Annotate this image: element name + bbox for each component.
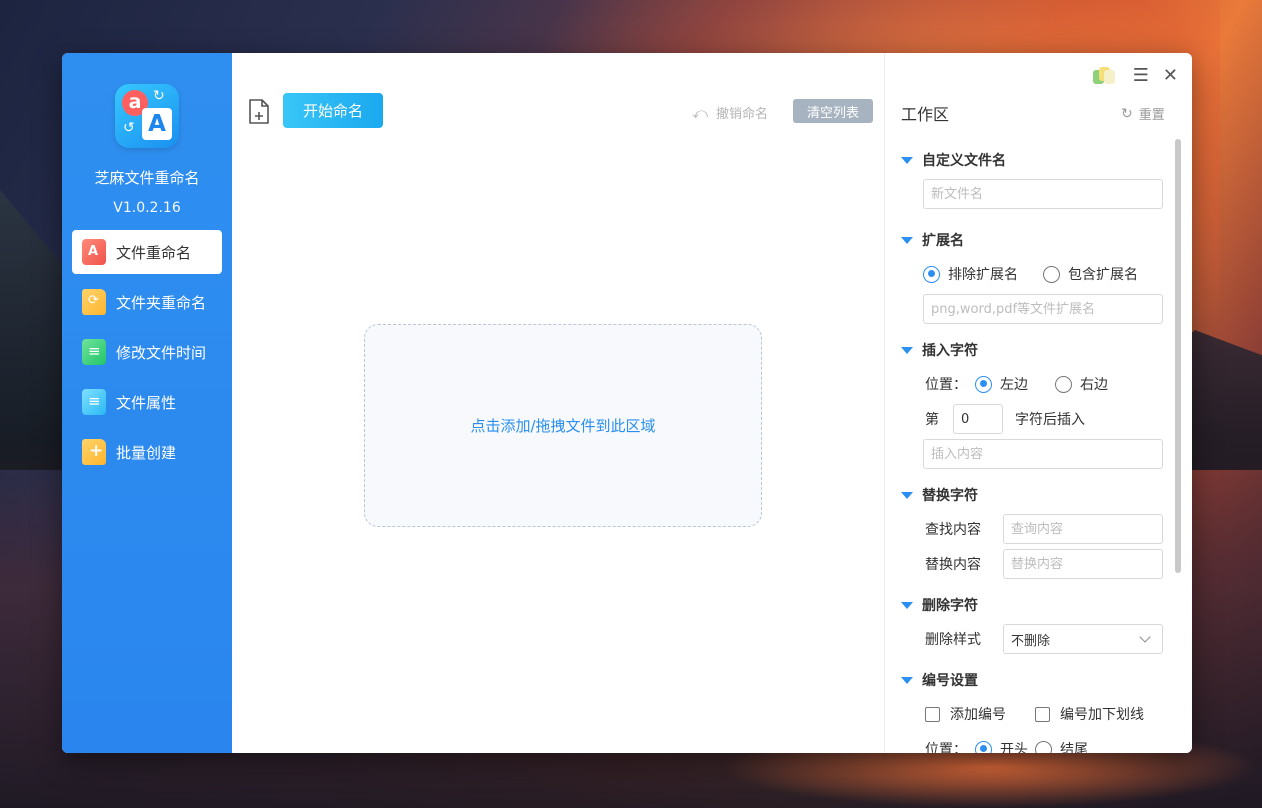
add-file-icon[interactable] — [248, 99, 270, 125]
collapse-triangle-icon — [901, 236, 913, 244]
app-logo-icon: a A ↻ ↺ — [115, 84, 179, 148]
wallpaper-mountain-left — [0, 190, 70, 470]
refresh-icon: ↻ — [1121, 105, 1133, 122]
number-start-radio[interactable]: 开头 — [975, 739, 1028, 753]
rename-file-icon — [82, 239, 106, 265]
file-attributes-icon — [82, 389, 106, 415]
window-controls: ☰ ✕ — [1092, 65, 1178, 86]
reset-label: 重置 — [1138, 108, 1165, 123]
menu-icon[interactable]: ☰ — [1133, 65, 1149, 86]
find-label: 查找内容 — [925, 522, 981, 538]
logo-arrow-icon: ↺ — [123, 120, 135, 136]
logo-letter-A: A — [142, 108, 172, 140]
reset-button[interactable]: ↻ 重置 — [1121, 104, 1165, 124]
folder-rename-icon — [82, 289, 106, 315]
sidebar-item-file-attributes[interactable]: 文件属性 — [72, 380, 222, 424]
panel-scrollbar[interactable] — [1175, 139, 1181, 573]
insert-position-label: 位置： — [925, 377, 967, 393]
section-delete[interactable]: 删除字符 — [901, 595, 978, 615]
number-underscore-checkbox[interactable]: 编号加下划线 — [1035, 704, 1144, 724]
delete-style-label: 删除样式 — [925, 632, 981, 648]
insert-content-input[interactable] — [923, 439, 1163, 469]
sidebar-item-rename-folder[interactable]: 文件夹重命名 — [72, 280, 222, 324]
undo-icon: ⤺ — [692, 103, 709, 122]
start-rename-button[interactable]: 开始命名 — [283, 93, 383, 128]
new-filename-input[interactable] — [923, 179, 1163, 209]
number-end-radio[interactable]: 结尾 — [1035, 739, 1088, 753]
add-number-checkbox[interactable]: 添加编号 — [925, 704, 1006, 724]
sidebar-item-label: 文件夹重命名 — [116, 293, 207, 312]
collapse-triangle-icon — [901, 491, 913, 499]
sidebar-item-rename-file[interactable]: 文件重命名 — [72, 230, 222, 274]
sidebar: a A ↻ ↺ 芝麻文件重命名 V1.0.2.16 文件重命名 文件夹重命名 修… — [62, 53, 232, 753]
sidebar-item-batch-create[interactable]: 批量创建 — [72, 430, 222, 474]
replace-label: 替换内容 — [925, 557, 981, 573]
extension-input[interactable] — [923, 294, 1163, 324]
include-extension-radio[interactable]: 包含扩展名 — [1043, 264, 1138, 284]
sidebar-item-label: 文件属性 — [116, 393, 177, 412]
collapse-triangle-icon — [901, 156, 913, 164]
undo-label: 撤销命名 — [716, 107, 769, 122]
clear-list-button[interactable]: 清空列表 — [793, 99, 873, 123]
section-extension[interactable]: 扩展名 — [901, 230, 964, 250]
skin-icon[interactable] — [1092, 66, 1115, 85]
drop-zone-text: 点击添加/拖拽文件到此区域 — [470, 417, 656, 435]
sidebar-item-label: 修改文件时间 — [116, 343, 207, 362]
section-numbering[interactable]: 编号设置 — [901, 670, 978, 690]
app-name: 芝麻文件重命名 — [94, 169, 200, 187]
chevron-down-icon — [1139, 631, 1151, 643]
sidebar-item-label: 文件重命名 — [116, 243, 192, 262]
insert-nth-label: 第 — [925, 412, 939, 428]
section-custom-name[interactable]: 自定义文件名 — [901, 150, 1006, 170]
section-insert[interactable]: 插入字符 — [901, 340, 978, 360]
sidebar-item-file-time[interactable]: 修改文件时间 — [72, 330, 222, 374]
sidebar-item-label: 批量创建 — [116, 443, 177, 462]
collapse-triangle-icon — [901, 346, 913, 354]
insert-index-input[interactable] — [953, 404, 1003, 434]
find-input[interactable] — [1003, 514, 1163, 544]
insert-right-radio[interactable]: 右边 — [1055, 374, 1108, 394]
sidebar-nav: 文件重命名 文件夹重命名 修改文件时间 文件属性 批量创建 — [72, 230, 222, 480]
undo-rename-button[interactable]: ⤺ 撤销命名 — [692, 103, 769, 123]
app-window: a A ↻ ↺ 芝麻文件重命名 V1.0.2.16 文件重命名 文件夹重命名 修… — [62, 53, 1192, 753]
close-icon[interactable]: ✕ — [1163, 65, 1178, 86]
batch-create-icon — [82, 439, 106, 465]
exclude-extension-radio[interactable]: 排除扩展名 — [923, 264, 1018, 284]
collapse-triangle-icon — [901, 601, 913, 609]
file-drop-zone[interactable]: 点击添加/拖拽文件到此区域 — [364, 324, 762, 527]
delete-style-select[interactable]: 不删除 — [1003, 624, 1163, 654]
section-replace[interactable]: 替换字符 — [901, 485, 978, 505]
work-panel-title: 工作区 — [901, 105, 950, 124]
app-version: V1.0.2.16 — [113, 200, 181, 216]
collapse-triangle-icon — [901, 676, 913, 684]
logo-arrow-icon: ↻ — [153, 88, 165, 104]
work-panel: ☰ ✕ 工作区 ↻ 重置 自定义文件名 扩展名 排除扩展名 包含扩展名 — [884, 53, 1192, 753]
insert-after-label: 字符后插入 — [1015, 412, 1085, 428]
number-position-label: 位置： — [925, 742, 967, 753]
file-time-icon — [82, 339, 106, 365]
main-area: 开始命名 ⤺ 撤销命名 清空列表 点击添加/拖拽文件到此区域 — [232, 53, 884, 753]
replace-input[interactable] — [1003, 549, 1163, 579]
insert-left-radio[interactable]: 左边 — [975, 374, 1028, 394]
